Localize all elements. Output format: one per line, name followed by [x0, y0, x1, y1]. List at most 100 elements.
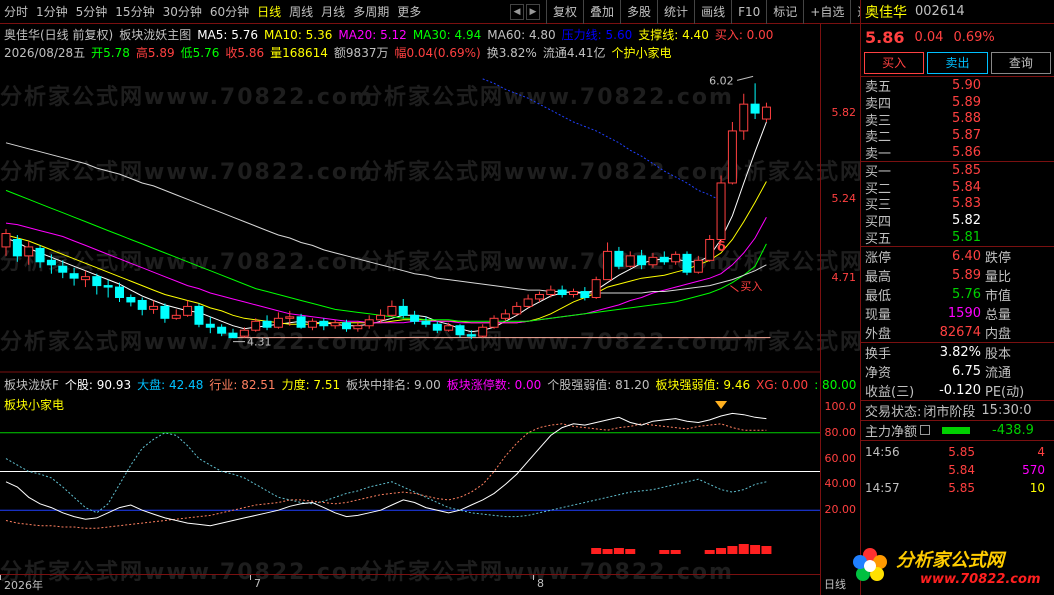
bid-row[interactable]: 买三 5.83	[861, 196, 1054, 213]
chart-area[interactable]: 分析家公式网www.70822.com 分析家公式网www.70822.com 分析…	[0, 24, 1054, 595]
tab-6[interactable]: 日线	[253, 0, 285, 24]
buy-button[interactable]: 买入	[864, 52, 925, 74]
stat-row: 最低 5.76 市值	[861, 285, 1054, 304]
tab-3[interactable]: 15分钟	[111, 0, 158, 24]
candle-body	[115, 286, 124, 298]
stat-value: 82674	[939, 324, 981, 340]
tab-4[interactable]: 30分钟	[159, 0, 206, 24]
candle-body	[217, 326, 227, 334]
stat-row: 外盘 82674 内盘	[861, 323, 1054, 342]
candle-body	[705, 238, 715, 261]
buy-signal-icon: δ	[717, 240, 726, 255]
toolbar-button-1[interactable]: 叠加	[583, 0, 620, 24]
toolbar-button-6[interactable]: 标记	[766, 0, 803, 24]
candle-body	[512, 305, 522, 315]
kline-chart[interactable]: 6.02 4.31 δ 买入	[0, 24, 820, 574]
toolbar-button-3[interactable]: 统计	[657, 0, 694, 24]
logo-url: www.70822.com	[920, 572, 1041, 587]
high-label: 6.02	[709, 74, 734, 87]
tab-5[interactable]: 60分钟	[206, 0, 253, 24]
title-part: 个股强弱值: 81.20	[547, 378, 650, 392]
status-label: 交易状态:	[865, 404, 922, 420]
ask-book: 卖五 5.90 卖四 5.89 卖三 5.88 卖二 5.87 卖一 5.86	[861, 77, 1054, 162]
tab-9[interactable]: 多周期	[349, 0, 393, 24]
candle-body	[80, 276, 90, 281]
ask-price: 5.87	[952, 128, 981, 144]
sector-label: 板块小家电	[4, 398, 65, 412]
bid-label: 买五	[865, 232, 892, 248]
net-flow-label: 主力净额	[865, 424, 918, 440]
bid-row[interactable]: 买一 5.85	[861, 162, 1054, 180]
candle-body	[46, 259, 56, 266]
stat-label: 换手	[865, 346, 892, 362]
bid-row[interactable]: 买五 5.81	[861, 229, 1054, 248]
ma-line-1	[5, 181, 767, 325]
period-tabs: 分时 1分钟 5分钟 15分钟 30分钟 60分钟 日线 周线 月线 多周期 更多	[0, 0, 425, 24]
candle-body	[727, 130, 737, 184]
toolbar-button-4[interactable]: 画线	[694, 0, 731, 24]
stat-value: 5.89	[952, 267, 981, 283]
candle-body	[330, 322, 340, 327]
individual-line	[5, 412, 767, 527]
tab-1[interactable]: 1分钟	[32, 0, 72, 24]
chevron-left-icon[interactable]: ◀	[510, 4, 524, 20]
stat-row: 净资 6.75 流通	[861, 362, 1054, 381]
tab-0[interactable]: 分时	[0, 0, 32, 24]
toolbar-button-0[interactable]: 复权	[546, 0, 583, 24]
tab-7[interactable]: 周线	[285, 0, 317, 24]
buy-signal-label: 买入	[740, 280, 762, 293]
ask-row[interactable]: 卖四 5.89	[861, 94, 1054, 112]
bid-row[interactable]: 买四 5.82	[861, 212, 1054, 230]
indicator-tick: 20.00	[824, 503, 857, 517]
tick-price: 5.84	[948, 462, 975, 477]
ask-row[interactable]: 卖三 5.88	[861, 111, 1054, 128]
title-part: 支撑线: 4.40	[638, 28, 709, 42]
toolbar-button-5[interactable]: F10	[731, 0, 766, 24]
candle-body	[603, 250, 613, 281]
candle-body	[171, 314, 181, 319]
toolbar-button-7[interactable]: +自选	[803, 0, 850, 24]
title-part: MA5: 5.76	[197, 28, 258, 42]
candle-body	[421, 320, 431, 325]
strength-bar	[750, 545, 761, 554]
stat-label-secondary: 量比	[985, 269, 1012, 285]
ask-price: 5.90	[952, 77, 981, 93]
ma-line-4	[5, 142, 767, 294]
candle-body	[761, 106, 771, 120]
price-axis: 5.82 5.24 4.71 100.0 80.00 60.00 40.00 20.00	[820, 24, 860, 595]
candle-body	[307, 320, 317, 328]
period-label: 日线	[824, 578, 846, 591]
title-part: 买入: 0.00	[714, 28, 774, 42]
strength-bar	[602, 549, 613, 554]
stat-row: 收益(三) -0.120 PE(动)	[861, 381, 1054, 400]
candle-body	[160, 305, 170, 319]
bid-price: 5.82	[952, 213, 981, 229]
price-row: 5.86 0.04 0.69%	[861, 24, 1054, 50]
tick-list[interactable]: 14:56 5.85 4 5.84 570 14:57 5.85 10	[861, 443, 1054, 497]
tick-row: 14:56 5.85 4	[861, 443, 1054, 461]
tab-8[interactable]: 月线	[317, 0, 349, 24]
ma-line-2	[5, 216, 767, 324]
title-part: 大盘: 42.48	[137, 378, 204, 392]
title-part: 2026/08/28五	[4, 46, 86, 60]
ask-row[interactable]: 卖二 5.87	[861, 127, 1054, 145]
date-tick: 7	[254, 577, 261, 590]
strength-bar	[670, 550, 681, 554]
ask-row[interactable]: 卖五 5.90	[861, 77, 1054, 95]
tab-10[interactable]: 更多	[393, 0, 425, 24]
strength-bar	[613, 548, 624, 554]
calendar-icon[interactable]	[920, 425, 931, 436]
stat-label: 外盘	[865, 326, 892, 342]
date-axis: 2026年 7 8	[0, 574, 820, 595]
candle-body	[24, 246, 34, 257]
title-part: 收5.86	[225, 46, 265, 60]
tab-2[interactable]: 5分钟	[72, 0, 112, 24]
title-part: 换3.82%	[486, 46, 537, 60]
query-button[interactable]: 查询	[990, 52, 1051, 74]
toolbar-button-2[interactable]: 多股	[620, 0, 657, 24]
ask-row[interactable]: 卖一 5.86	[861, 144, 1054, 162]
chevron-right-icon[interactable]: ▶	[526, 4, 540, 20]
sell-button[interactable]: 卖出	[927, 52, 988, 74]
bid-row[interactable]: 买二 5.84	[861, 179, 1054, 197]
stat-row: 涨停 6.40 跌停	[861, 247, 1054, 266]
